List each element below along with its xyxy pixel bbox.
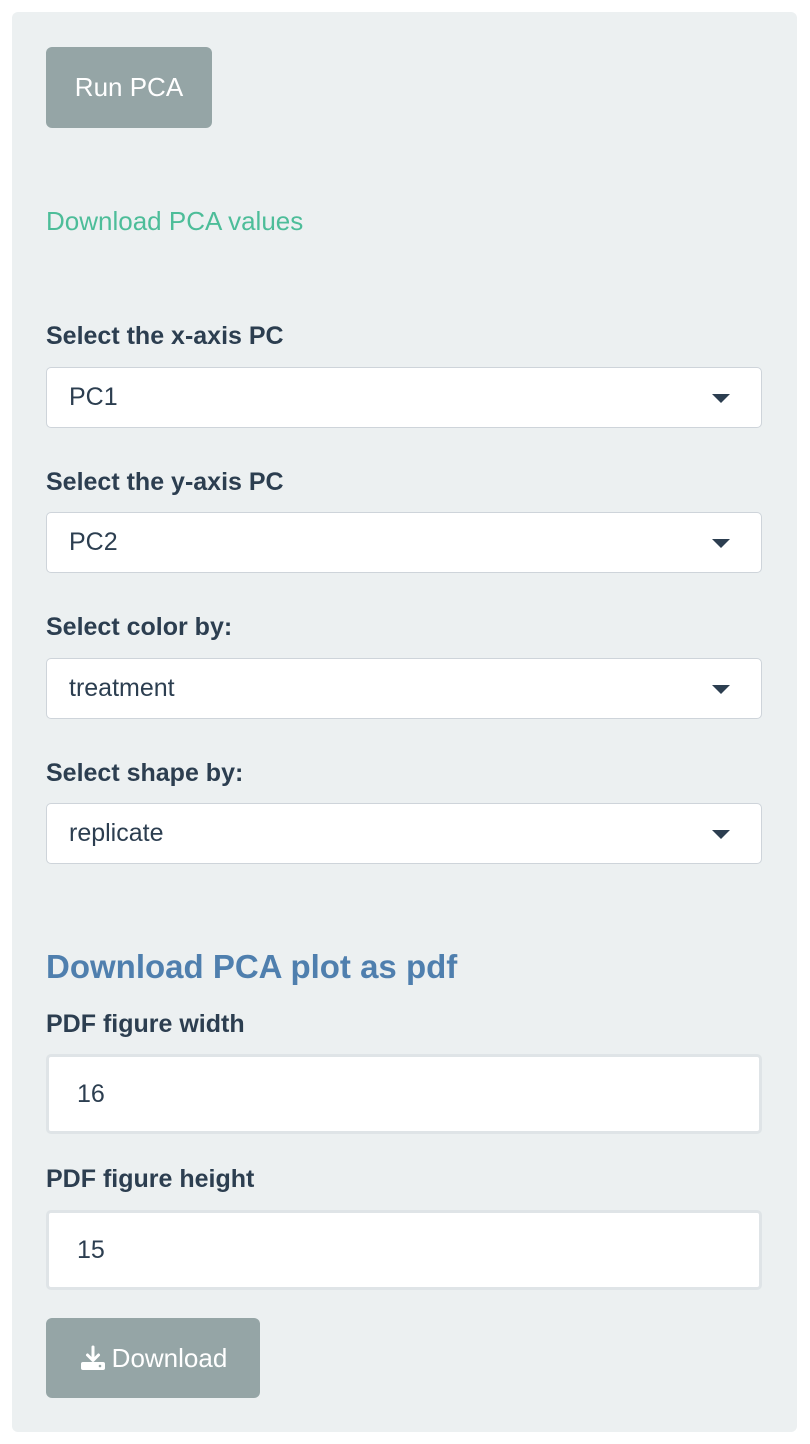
y-axis-pc-value: PC2 (69, 528, 118, 556)
pdf-width-value: 16 (77, 1080, 105, 1108)
chevron-down-icon (712, 830, 730, 839)
download-pca-values-link[interactable]: Download PCA values (46, 206, 303, 237)
color-by-value: treatment (69, 674, 175, 702)
pdf-section-title: Download PCA plot as pdf (46, 948, 458, 985)
x-axis-pc-label: Select the x-axis PC (46, 322, 284, 350)
y-axis-pc-label: Select the y-axis PC (46, 468, 284, 496)
chevron-down-icon (712, 539, 730, 548)
x-axis-pc-value: PC1 (69, 383, 118, 411)
pdf-height-value: 15 (77, 1236, 105, 1264)
chevron-down-icon (712, 394, 730, 403)
download-pdf-button[interactable]: Download (46, 1318, 260, 1398)
shape-by-select[interactable]: replicate (46, 803, 762, 864)
x-axis-pc-select[interactable]: PC1 (46, 367, 762, 428)
pdf-height-label: PDF figure height (46, 1165, 255, 1193)
shape-by-label: Select shape by: (46, 759, 244, 787)
pdf-height-input[interactable]: 15 (46, 1210, 762, 1290)
download-button-label: Download (111, 1342, 228, 1373)
chevron-down-icon (712, 685, 730, 694)
shape-by-value: replicate (69, 819, 164, 847)
download-icon (80, 1345, 105, 1370)
sidebar-panel: Run PCA Download PCA values Select the x… (12, 12, 797, 1432)
run-pca-button[interactable]: Run PCA (46, 47, 212, 128)
color-by-select[interactable]: treatment (46, 658, 762, 719)
color-by-label: Select color by: (46, 613, 233, 641)
pdf-width-label: PDF figure width (46, 1010, 245, 1038)
y-axis-pc-select[interactable]: PC2 (46, 512, 762, 573)
pdf-width-input[interactable]: 16 (46, 1054, 762, 1134)
